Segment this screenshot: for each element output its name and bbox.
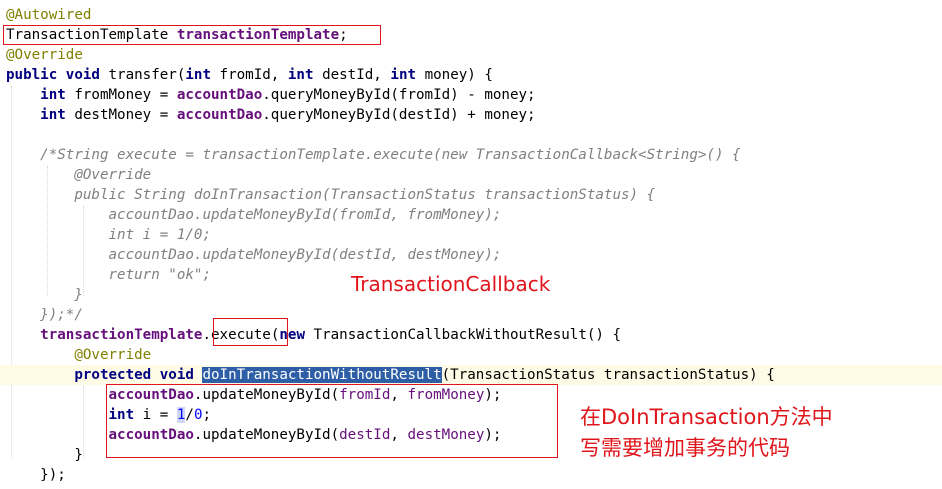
code-text: destMoney =	[74, 107, 177, 123]
annotation: @Override	[74, 347, 152, 363]
code-text: TransactionCallbackWithoutResult() {	[313, 327, 622, 343]
comment: }	[74, 287, 83, 303]
code-line: public void transfer(int fromId, int des…	[0, 65, 942, 85]
comment: return "ok";	[108, 267, 212, 283]
comment: /*String execute = transactionTemplate.e…	[40, 147, 741, 163]
code-line: int i = 1/0;	[0, 225, 942, 245]
comment: @Override	[74, 167, 152, 183]
param: money) {	[424, 67, 493, 83]
note-line-1: 在DoInTransaction方法中	[580, 405, 833, 429]
code-line: int destMoney = accountDao.queryMoneyByI…	[0, 105, 942, 125]
annotation: @Override	[6, 47, 83, 63]
code-line: int fromMoney = accountDao.queryMoneyByI…	[0, 85, 942, 105]
code-line: accountDao.updateMoneyById(fromId, fromM…	[0, 205, 942, 225]
code-line: @Override	[0, 345, 942, 365]
callback-label: TransactionCallback	[351, 272, 551, 296]
keyword: int	[390, 67, 425, 83]
code-line: @Autowired	[0, 5, 942, 25]
field-name: transactionTemplate	[40, 327, 203, 343]
field-name: accountDao	[176, 107, 263, 123]
closing-brace: });	[40, 467, 66, 483]
code-line: transactionTemplate.execute(new Transact…	[0, 325, 942, 345]
code-text: .queryMoneyById(fromId) - money;	[262, 87, 536, 103]
code-text: fromMoney =	[74, 87, 177, 103]
comment: public String doInTransaction(Transactio…	[74, 187, 656, 203]
code-editor[interactable]: @Autowired TransactionTemplate transacti…	[0, 0, 942, 489]
highlight-box-field-declaration	[3, 25, 381, 45]
comment: accountDao.updateMoneyById(fromId, fromM…	[108, 207, 502, 223]
comment: accountDao.updateMoneyById(destId, destM…	[108, 247, 502, 263]
keyword: int	[185, 67, 220, 83]
code-text: (TransactionStatus transactionStatus) {	[441, 367, 775, 383]
code-line: public String doInTransaction(Transactio…	[0, 185, 942, 205]
code-line-current: protected void doInTransactionWithoutRes…	[0, 365, 942, 385]
method-signature: transfer(	[108, 67, 186, 83]
highlight-box-execute	[213, 318, 288, 346]
note-line-2: 写需要增加事务的代码	[580, 436, 790, 460]
comment: });*/	[40, 307, 83, 323]
selected-method-name[interactable]: doInTransactionWithoutResult	[202, 367, 442, 383]
code-line: });*/	[0, 305, 942, 325]
annotation: @Autowired	[6, 7, 92, 23]
code-line: @Override	[0, 165, 942, 185]
code-line: @Override	[0, 45, 942, 65]
keyword: public void	[6, 67, 109, 83]
field-name: accountDao	[176, 87, 263, 103]
param: fromId,	[219, 67, 288, 83]
keyword: int	[40, 107, 75, 123]
highlight-box-transaction-code	[106, 384, 558, 458]
code-line: });	[0, 465, 942, 485]
keyword: int	[40, 87, 75, 103]
code-text: .queryMoneyById(destId) + money;	[262, 107, 536, 123]
code-line: accountDao.updateMoneyById(destId, destM…	[0, 245, 942, 265]
closing-brace: }	[74, 447, 83, 463]
comment: int i = 1/0;	[108, 227, 212, 243]
keyword: protected void	[74, 367, 203, 383]
code-line: /*String execute = transactionTemplate.e…	[0, 145, 942, 165]
keyword: int	[287, 67, 323, 83]
param: destId,	[322, 67, 391, 83]
